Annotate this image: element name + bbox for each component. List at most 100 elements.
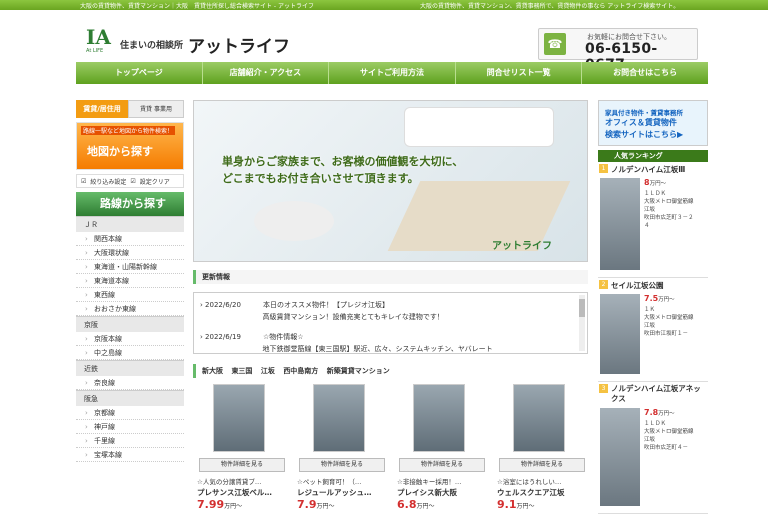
detail-button[interactable]: 物件詳細を見る (499, 458, 585, 472)
product-card[interactable]: 物件詳細を見る ☆ペット飼育可！（… レジュールアッシュ… 7.9万円～ (293, 384, 388, 512)
site-tagline: 住まいの相談所 (120, 41, 184, 51)
price-unit: 万円～ (224, 503, 243, 510)
phone-contact-box[interactable]: ☎ お気軽にお問合せ下さい。 06-6150-0677 (538, 28, 698, 73)
news-scrollbar[interactable] (579, 295, 585, 351)
map-search-note: 路線一駅など地図から物件検索！ (81, 126, 176, 135)
nav-how-to-use[interactable]: サイトご利用方法 (329, 62, 456, 84)
phone-icon: ☎ (544, 33, 566, 55)
price-value: 7.9 (297, 498, 317, 511)
price-value: 7.99 (197, 498, 225, 511)
product-card[interactable]: 物件詳細を見る ☆浴室にはうれしい… ウェルスクエア江坂 9.1万円～ (493, 384, 588, 512)
line-item[interactable]: 京都線 (76, 406, 184, 420)
building-image[interactable] (213, 384, 265, 452)
filter-bar: ☑ 絞り込み設定 ☑ 設定クリア (76, 174, 184, 188)
line-item[interactable]: おおさか東線 (76, 302, 184, 316)
filter-settings-label[interactable]: 絞り込み設定 (90, 177, 126, 186)
office-banner-line-1: 家具付き物件・賃貸事務所 (605, 109, 683, 117)
site-brand-name[interactable]: アットライフ (188, 32, 290, 57)
rank-price: 8万円～ (644, 178, 666, 187)
area-tag[interactable]: 新大阪 (202, 367, 223, 375)
building-image[interactable] (313, 384, 365, 452)
rank-number: 1 (599, 164, 608, 173)
rank-building-image[interactable] (600, 408, 640, 506)
rank-info: １ＬＤＫ 大阪メトロ御堂筋線 江坂 吹田市広芝町３－２ ４ (644, 190, 694, 230)
rank-building-image[interactable] (600, 294, 640, 374)
right-sidebar: 家具付き物件・賃貸事務所 オフィス＆賃貸物件 検索サイトはこちら▶ 人気ランキン… (598, 100, 708, 514)
clear-settings-label[interactable]: 設定クリア (140, 177, 170, 186)
price-value: 9.1 (497, 498, 517, 511)
rank-info-line: １Ｋ (644, 307, 656, 313)
news-body: 高級賃貸マンション！設備充実とてもキレイな建物です！ (262, 313, 444, 321)
sofa-image (404, 107, 554, 147)
nav-inquiry-list[interactable]: 問合せリスト一覧 (456, 62, 583, 84)
rank-info-line: 江坂 (644, 437, 656, 443)
line-list: ＪＲ関西本線大阪環状線東海道・山陽新幹線東海道本線東西線おおさか東線京阪京阪本線… (76, 216, 184, 462)
line-category[interactable]: 近鉄 (76, 360, 184, 376)
area-tag[interactable]: 江坂 (261, 367, 275, 375)
rank-price-value: 7.8 (644, 408, 659, 417)
line-category[interactable]: 京阪 (76, 316, 184, 332)
line-category[interactable]: 阪急 (76, 390, 184, 406)
clear-settings-checkbox[interactable]: ☑ (130, 178, 135, 185)
line-item[interactable]: 中之島線 (76, 346, 184, 360)
product-name[interactable]: プレイシス新大阪 (397, 487, 457, 498)
product-price: 7.99万円～ (197, 498, 242, 511)
rank-title[interactable]: セイル江坂公園 (611, 280, 664, 291)
product-card[interactable]: 物件詳細を見る ☆非接触キー採用！… プレイシス新大阪 6.8万円～ (393, 384, 488, 512)
tab-business[interactable]: 賃貸 事業用 (128, 100, 184, 118)
rank-info-line: 江坂 (644, 323, 656, 329)
product-card[interactable]: 物件詳細を見る ☆人気の分譲賃貸ブ… プレサンス江坂ベル… 7.99万円～ (193, 384, 288, 512)
ranking-item[interactable]: 1 ノルデンハイム江坂Ⅲ 8万円～ １ＬＤＫ 大阪メトロ御堂筋線 江坂 吹田市広芝町３－２ ４ (598, 162, 708, 278)
news-item[interactable]: › 2022/6/19 ☆物件情報☆ 地下鉄御堂筋線【東三国駅】駅近、広々、システ… (200, 331, 580, 353)
area-tag[interactable]: 新築賃貸マンション (327, 367, 390, 375)
ranking-item[interactable]: 2 セイル江坂公園 7.5万円～ １Ｋ 大阪メトロ御堂筋線 江坂 吹田市江坂町１－ (598, 278, 708, 382)
product-name[interactable]: ウェルスクエア江坂 (497, 487, 565, 498)
line-item[interactable]: 東海道本線 (76, 274, 184, 288)
line-item[interactable]: 東西線 (76, 288, 184, 302)
detail-button[interactable]: 物件詳細を見る (199, 458, 285, 472)
line-item[interactable]: 神戸線 (76, 420, 184, 434)
detail-button[interactable]: 物件詳細を見る (299, 458, 385, 472)
building-image[interactable] (513, 384, 565, 452)
left-sidebar: 賃貸/居住用 賃貸 事業用 路線一駅など地図から物件検索！ 地図から探す ☑ 絞… (76, 100, 184, 462)
ranking-heading: 人気ランキング (598, 150, 708, 162)
rank-building-image[interactable] (600, 178, 640, 270)
rank-price-unit: 万円～ (658, 297, 675, 303)
hero-line-2: どこまでもお付き合いさせて頂きます。 (222, 172, 419, 185)
nav-store-access[interactable]: 店舗紹介・アクセス (203, 62, 330, 84)
area-tag[interactable]: 東三国 (231, 367, 252, 375)
line-item[interactable]: 東海道・山陽新幹線 (76, 260, 184, 274)
line-item[interactable]: 京阪本線 (76, 332, 184, 346)
route-search-button[interactable]: 路線から探す (76, 192, 184, 216)
building-image[interactable] (413, 384, 465, 452)
line-item[interactable]: 奈良線 (76, 376, 184, 390)
price-unit: 万円～ (416, 503, 435, 510)
line-category[interactable]: ＪＲ (76, 216, 184, 232)
nav-contact[interactable]: お問合せはこちら (582, 62, 708, 84)
product-name[interactable]: レジュールアッシュ… (297, 487, 371, 498)
product-caption: ☆ペット飼育可！（… (297, 478, 362, 486)
office-banner-line-2: オフィス＆賃貸物件 (605, 118, 677, 127)
line-item[interactable]: 宝塚本線 (76, 448, 184, 462)
ranking-item[interactable]: 3 ノルデンハイム江坂アネックス 7.8万円～ １ＬＤＫ 大阪メトロ御堂筋線 江坂 吹田市広… (598, 382, 708, 514)
news-item[interactable]: › 2022/6/20 本日のオススメ物件！【プレジオ江坂】 高級賃貸マンション！… (200, 299, 580, 323)
office-search-banner[interactable]: 家具付き物件・賃貸事務所 オフィス＆賃貸物件 検索サイトはこちら▶ (598, 100, 708, 146)
nav-top-page[interactable]: トップページ (76, 62, 203, 84)
line-item[interactable]: 大阪環状線 (76, 246, 184, 260)
tab-residential[interactable]: 賃貸/居住用 (76, 100, 128, 118)
product-name[interactable]: プレサンス江坂ベル… (197, 487, 272, 498)
line-item[interactable]: 関西本線 (76, 232, 184, 246)
news-scrollbar-thumb[interactable] (579, 299, 585, 317)
area-tag[interactable]: 西中島南方 (283, 367, 318, 375)
rank-title[interactable]: ノルデンハイム江坂アネックス (611, 384, 707, 404)
site-logo[interactable]: IA At LIFE (86, 26, 116, 58)
filter-settings-checkbox[interactable]: ☑ (81, 178, 86, 185)
news-title: ☆物件情報☆ (263, 333, 304, 341)
rank-info-line: 吹田市広芝町４－ (644, 445, 689, 451)
line-item[interactable]: 千里線 (76, 434, 184, 448)
price-unit: 万円～ (316, 503, 335, 510)
rank-title[interactable]: ノルデンハイム江坂Ⅲ (611, 164, 685, 175)
map-search-button[interactable]: 路線一駅など地図から物件検索！ 地図から探す (76, 122, 184, 170)
news-title: 本日のオススメ物件！【プレジオ江坂】 (263, 301, 390, 309)
detail-button[interactable]: 物件詳細を見る (399, 458, 485, 472)
